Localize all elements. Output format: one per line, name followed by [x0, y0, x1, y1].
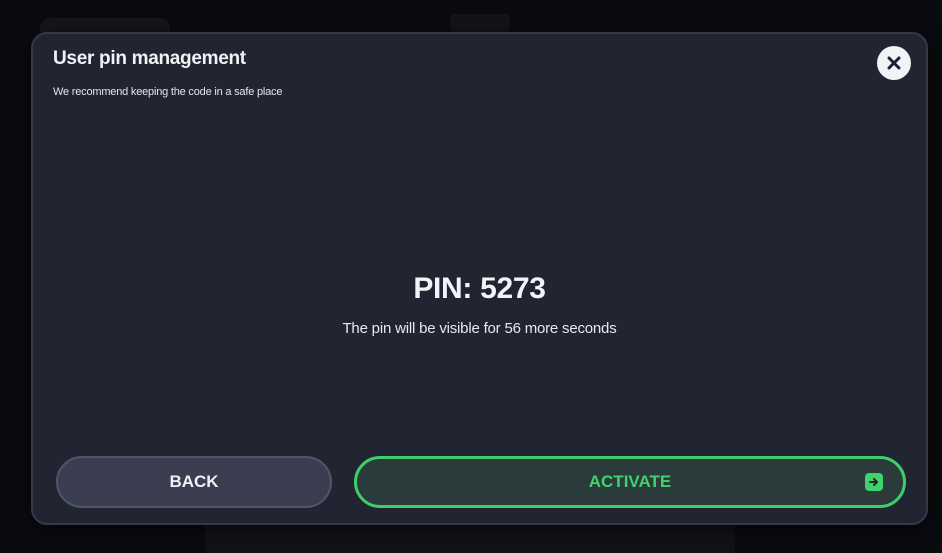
activate-button[interactable]: ACTIVATE [354, 456, 906, 508]
dialog-subtitle: We recommend keeping the code in a safe … [53, 86, 283, 98]
back-button-label: BACK [169, 472, 219, 491]
back-button[interactable]: BACK [56, 456, 332, 508]
close-button[interactable] [877, 46, 911, 80]
pin-display: PIN: 5273 The pin will be visible for 56… [33, 272, 926, 337]
pin-management-dialog: User pin management We recommend keeping… [31, 32, 928, 525]
pin-visibility-countdown: The pin will be visible for 56 more seco… [342, 320, 617, 337]
activate-button-label: ACTIVATE [588, 472, 672, 491]
dialog-title: User pin management [53, 48, 246, 69]
background-title-placeholder [450, 14, 510, 32]
arrow-right-icon [865, 473, 883, 491]
close-icon [887, 56, 901, 70]
pin-code: PIN: 5273 [413, 272, 546, 305]
